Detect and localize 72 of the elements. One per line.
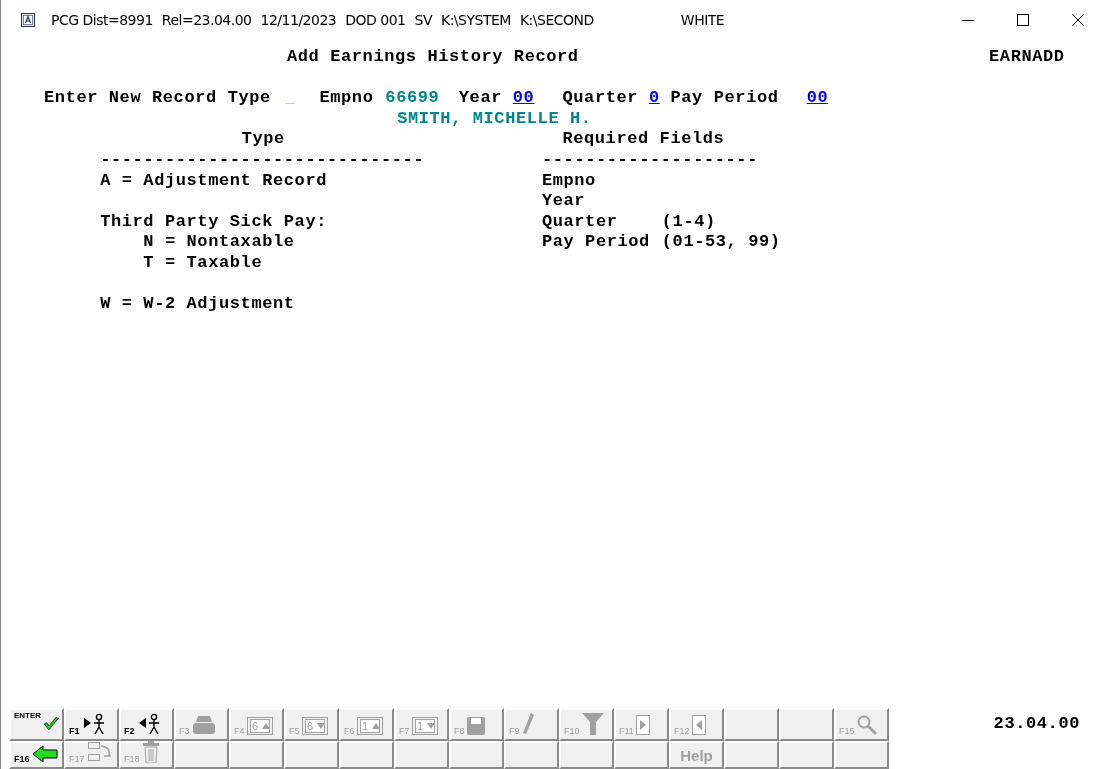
dashed-rule: -------------------- (541, 149, 758, 171)
blank-key[interactable] (724, 708, 779, 741)
required-field: Quarter (541, 211, 618, 233)
required-field: Empno (541, 170, 596, 192)
dashed-rule: ------------------------------ (100, 149, 425, 171)
required-field: Year (541, 191, 586, 212)
search-icon (856, 715, 877, 735)
window-title: SV (414, 12, 432, 28)
page-icon: 6 (301, 717, 328, 735)
blank-key[interactable] (339, 741, 394, 769)
blank-key[interactable] (394, 741, 449, 769)
version-number: 23.04.00 (993, 714, 1080, 733)
blank-key[interactable] (559, 741, 614, 769)
function-key[interactable]: F1 (64, 708, 119, 741)
function-key[interactable]: F2 (119, 708, 174, 741)
program-name: EARNADD (989, 47, 1065, 68)
blank-key[interactable] (449, 741, 504, 769)
transfer-icon (86, 741, 113, 763)
blank-key[interactable] (779, 708, 834, 741)
play-back-icon (691, 715, 706, 735)
field-label: Quarter (562, 88, 639, 109)
field-range: (1-4) (661, 211, 716, 233)
function-key[interactable]: ENTER (9, 708, 64, 741)
blank-key[interactable] (229, 741, 284, 769)
play-icon (635, 715, 650, 735)
field-value: 66699 (385, 88, 440, 109)
type-code: T = Taxable (143, 252, 263, 274)
trash-icon (141, 741, 160, 763)
column-heading: Type (241, 129, 285, 150)
window-title: PCG Dist=8991 (51, 12, 153, 28)
window-title: WHITE (680, 12, 725, 28)
blank-key[interactable] (284, 741, 339, 769)
screen-title: Add Earnings History Record (287, 47, 579, 68)
window-title: DOD 001 (345, 12, 406, 28)
app-icon (21, 13, 35, 27)
field-label: Year (458, 88, 502, 109)
function-key[interactable]: F16 (9, 741, 64, 769)
page-icon: 1 (356, 717, 383, 735)
window-title: Rel=23.04.00 (161, 12, 252, 28)
walking-person-icon (81, 713, 106, 735)
blank-key[interactable] (174, 741, 229, 769)
input-field[interactable]: 00 (512, 88, 535, 109)
window-title: K:\SYSTEM (440, 12, 511, 28)
input-field[interactable]: 00 (806, 88, 829, 109)
page-icon: 1 (411, 717, 438, 735)
employee-name: SMITH, MICHELLE H. (397, 108, 592, 130)
window-title: K:\SECOND (519, 12, 594, 28)
pencil-icon (521, 713, 534, 735)
filter-icon (581, 713, 604, 735)
type-code: A = Adjustment Record (100, 170, 327, 192)
field-label: Empno (319, 88, 374, 109)
column-heading: Required Fields (562, 129, 725, 150)
blank-key[interactable] (779, 741, 834, 769)
field-range: (01-53, 99) (661, 232, 781, 253)
blank-key[interactable] (834, 741, 889, 769)
input-field[interactable]: 0 (648, 88, 660, 109)
input-field[interactable]: _ (284, 88, 296, 109)
type-code: W = W-2 Adjustment (100, 294, 295, 315)
field-label: Pay Period (670, 88, 779, 109)
window-title: 12/11/2023 (260, 12, 337, 28)
maximize-icon (1017, 14, 1029, 26)
blank-key[interactable] (614, 741, 669, 769)
blank-key[interactable] (724, 741, 779, 769)
printer-icon (191, 715, 216, 735)
page-icon: 6 (246, 717, 273, 735)
type-code: Third Party Sick Pay: (100, 211, 327, 233)
required-field: Pay Period (541, 232, 650, 253)
close-icon (1072, 14, 1084, 26)
field-label: Enter New Record Type (44, 88, 271, 109)
back-arrow-icon (31, 745, 58, 763)
type-code: N = Nontaxable (143, 232, 295, 253)
blank-key[interactable] (504, 741, 559, 769)
